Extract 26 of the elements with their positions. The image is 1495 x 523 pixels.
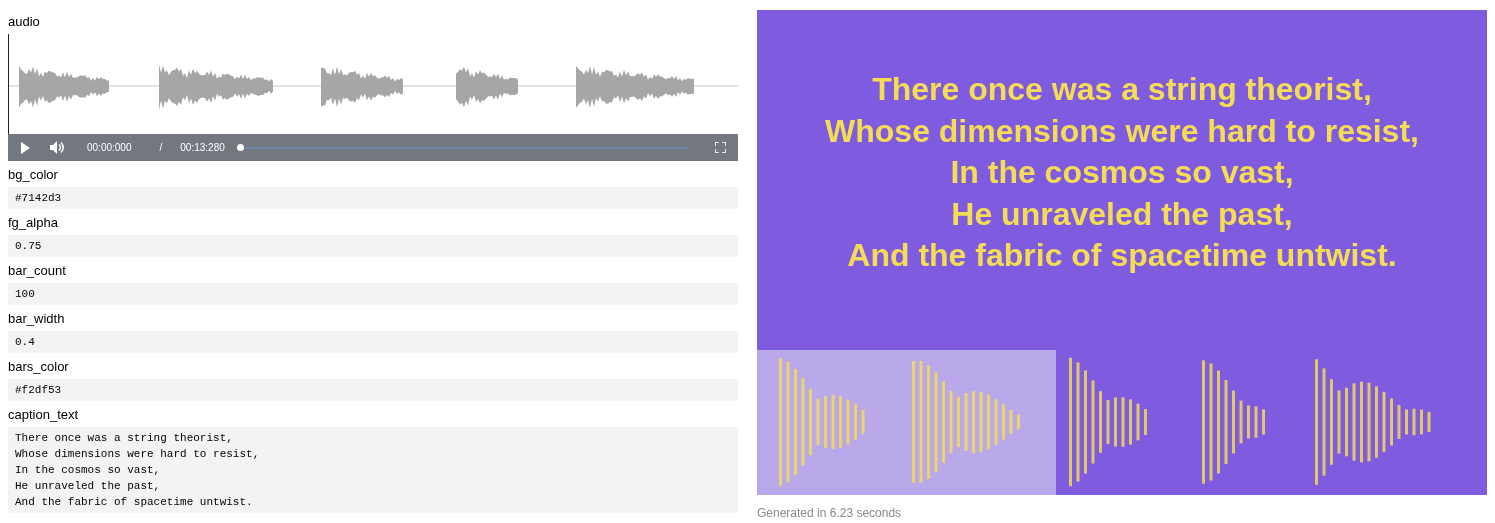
fullscreen-icon[interactable] [715, 142, 726, 153]
volume-icon[interactable] [50, 141, 65, 154]
audio-label: audio [8, 12, 41, 31]
field-label: bg_color [8, 165, 59, 184]
input-field[interactable]: 0.75 [8, 235, 738, 257]
input-field[interactable]: 100 [8, 283, 738, 305]
field-label: bars_color [8, 357, 70, 376]
caption-line: He unraveled the past, [951, 194, 1293, 234]
duration-time: 00:13:280 [180, 142, 225, 153]
field-label: fg_alpha [8, 213, 59, 232]
time-separator: / [159, 142, 163, 153]
input-field[interactable]: There once was a string theorist, Whose dimensions were hard to resist, In the cosmos so vast, He unraveled the past, And the fabric of spacetime untwist. [8, 427, 738, 513]
input-field[interactable]: #f2df53 [8, 379, 738, 401]
field-label: caption_text [8, 405, 80, 424]
caption-line: And the fabric of spacetime untwist. [847, 236, 1397, 276]
generation-time: Generated in 6.23 seconds [757, 506, 903, 520]
field-label: bar_width [8, 309, 66, 328]
input-field[interactable]: 0.4 [8, 331, 738, 353]
play-icon[interactable] [20, 141, 30, 154]
progress-thumb[interactable] [236, 144, 244, 151]
input-field[interactable]: #7142d3 [8, 187, 738, 209]
current-time: 00:00:000 [87, 142, 132, 153]
field-label: bar_count [8, 261, 67, 280]
caption-line: In the cosmos so vast, [950, 153, 1294, 193]
caption-line: There once was a string theorist, [872, 70, 1372, 110]
caption-line: Whose dimensions were hard to resist, [825, 111, 1419, 151]
